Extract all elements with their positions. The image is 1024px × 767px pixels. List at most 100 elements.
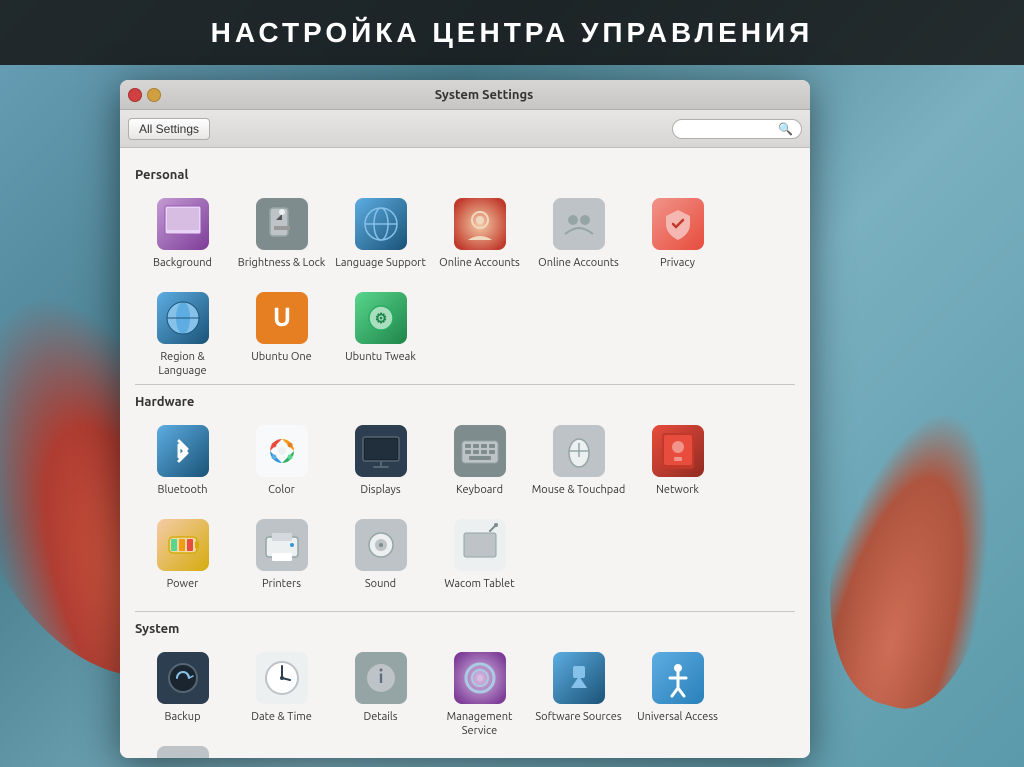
- privacy-icon: [652, 198, 704, 250]
- user-accounts-icon: [157, 746, 209, 758]
- window-title-label: System Settings: [166, 88, 802, 102]
- settings-item-background[interactable]: Background: [135, 190, 230, 280]
- search-box: 🔍: [672, 119, 802, 139]
- backup-label: Backup: [164, 710, 200, 724]
- window-close-button[interactable]: [128, 88, 142, 102]
- language-support-label: Language Support: [335, 256, 426, 270]
- window-titlebar: System Settings: [120, 80, 810, 110]
- settings-item-printers[interactable]: Printers: [234, 511, 329, 601]
- wacom-tablet-label: Wacom Tablet: [444, 577, 514, 591]
- displays-label: Displays: [360, 483, 400, 497]
- software-sources-label: Software Sources: [535, 710, 621, 724]
- settings-item-brightness-lock[interactable]: Brightness & Lock: [234, 190, 329, 280]
- background-label: Background: [153, 256, 212, 270]
- power-label: Power: [167, 577, 199, 591]
- section-divider-hardware: [135, 384, 795, 385]
- ubuntu-tweak-icon: ⚙: [355, 292, 407, 344]
- settings-item-region-language[interactable]: Region & Language: [135, 284, 230, 374]
- window-minimize-button[interactable]: [147, 88, 161, 102]
- network-icon: [652, 425, 704, 477]
- brightness-lock-label: Brightness & Lock: [238, 256, 326, 270]
- settings-item-backup[interactable]: Backup: [135, 644, 230, 734]
- settings-item-color[interactable]: Color: [234, 417, 329, 507]
- section-label-hardware: Hardware: [135, 395, 795, 409]
- universal-access-icon: [652, 652, 704, 704]
- date-time-label: Date & Time: [251, 710, 312, 724]
- settings-item-sound[interactable]: Sound: [333, 511, 428, 601]
- software-sources-icon: [553, 652, 605, 704]
- settings-item-details[interactable]: i Details: [333, 644, 428, 734]
- background-icon: [157, 198, 209, 250]
- settings-item-date-time[interactable]: Date & Time: [234, 644, 329, 734]
- title-text: НАСТРОЙКА ЦЕНТРА УПРАВЛЕНИЯ: [211, 17, 814, 49]
- online-accounts2-label: Online Accounts: [538, 256, 619, 270]
- settings-item-management-service[interactable]: Management Service: [432, 644, 527, 734]
- icons-grid-system: Backup Date & Time i Details Management Serv…: [135, 644, 795, 758]
- ubuntu-tweak-label: Ubuntu Tweak: [345, 350, 416, 364]
- sound-icon: [355, 519, 407, 571]
- settings-item-online-accounts[interactable]: Online Accounts: [432, 190, 527, 280]
- power-icon: [157, 519, 209, 571]
- settings-item-user-accounts[interactable]: User Accounts: [135, 738, 230, 758]
- all-settings-button[interactable]: All Settings: [128, 118, 210, 140]
- svg-text:i: i: [378, 667, 383, 687]
- settings-item-universal-access[interactable]: Universal Access: [630, 644, 725, 734]
- network-label: Network: [656, 483, 699, 497]
- printers-icon: [256, 519, 308, 571]
- keyboard-label: Keyboard: [456, 483, 503, 497]
- printers-label: Printers: [262, 577, 301, 591]
- universal-access-label: Universal Access: [637, 710, 718, 724]
- color-icon: [256, 425, 308, 477]
- ubuntu-one-label: Ubuntu One: [251, 350, 312, 364]
- date-time-icon: [256, 652, 308, 704]
- management-service-icon: [454, 652, 506, 704]
- backup-icon: [157, 652, 209, 704]
- svg-text:⚙: ⚙: [374, 310, 387, 326]
- region-language-label: Region & Language: [135, 350, 230, 379]
- icons-grid-personal: Background Brightness & Lock Language Supp…: [135, 190, 795, 374]
- mouse-touchpad-label: Mouse & Touchpad: [532, 483, 626, 497]
- settings-item-keyboard[interactable]: Keyboard: [432, 417, 527, 507]
- wacom-tablet-icon: [454, 519, 506, 571]
- details-label: Details: [363, 710, 397, 724]
- settings-item-ubuntu-one[interactable]: U Ubuntu One: [234, 284, 329, 374]
- bluetooth-label: Bluetooth: [158, 483, 208, 497]
- svg-text:U: U: [272, 302, 290, 331]
- brightness-lock-icon: [256, 198, 308, 250]
- settings-item-network[interactable]: Network: [630, 417, 725, 507]
- section-label-system: System: [135, 622, 795, 636]
- ubuntu-one-icon: U: [256, 292, 308, 344]
- bluetooth-icon: [157, 425, 209, 477]
- online-accounts-icon: [454, 198, 506, 250]
- settings-item-ubuntu-tweak[interactable]: ⚙ Ubuntu Tweak: [333, 284, 428, 374]
- region-language-icon: [157, 292, 209, 344]
- sound-label: Sound: [365, 577, 396, 591]
- settings-item-power[interactable]: Power: [135, 511, 230, 601]
- mouse-touchpad-icon: [553, 425, 605, 477]
- settings-item-privacy[interactable]: Privacy: [630, 190, 725, 280]
- section-divider-system: [135, 611, 795, 612]
- window-toolbar: All Settings 🔍: [120, 110, 810, 148]
- section-label-personal: Personal: [135, 168, 795, 182]
- title-bar: НАСТРОЙКА ЦЕНТРА УПРАВЛЕНИЯ: [0, 0, 1024, 65]
- online-accounts2-icon: [553, 198, 605, 250]
- settings-item-online-accounts2[interactable]: Online Accounts: [531, 190, 626, 280]
- management-service-label: Management Service: [432, 710, 527, 739]
- settings-item-software-sources[interactable]: Software Sources: [531, 644, 626, 734]
- system-settings-window: System Settings All Settings 🔍 Personal B…: [120, 80, 810, 758]
- keyboard-icon: [454, 425, 506, 477]
- settings-item-displays[interactable]: Displays: [333, 417, 428, 507]
- search-input[interactable]: [681, 122, 778, 136]
- window-content: Personal Background Brightness & Lock Langu…: [120, 148, 810, 758]
- settings-item-wacom-tablet[interactable]: Wacom Tablet: [432, 511, 527, 601]
- settings-item-language-support[interactable]: Language Support: [333, 190, 428, 280]
- privacy-label: Privacy: [660, 256, 695, 270]
- color-label: Color: [268, 483, 295, 497]
- search-icon: 🔍: [778, 122, 793, 136]
- settings-item-bluetooth[interactable]: Bluetooth: [135, 417, 230, 507]
- language-support-icon: [355, 198, 407, 250]
- online-accounts-label: Online Accounts: [439, 256, 520, 270]
- settings-item-mouse-touchpad[interactable]: Mouse & Touchpad: [531, 417, 626, 507]
- displays-icon: [355, 425, 407, 477]
- icons-grid-hardware: Bluetooth Color Displays Keyboard Mouse & To…: [135, 417, 795, 601]
